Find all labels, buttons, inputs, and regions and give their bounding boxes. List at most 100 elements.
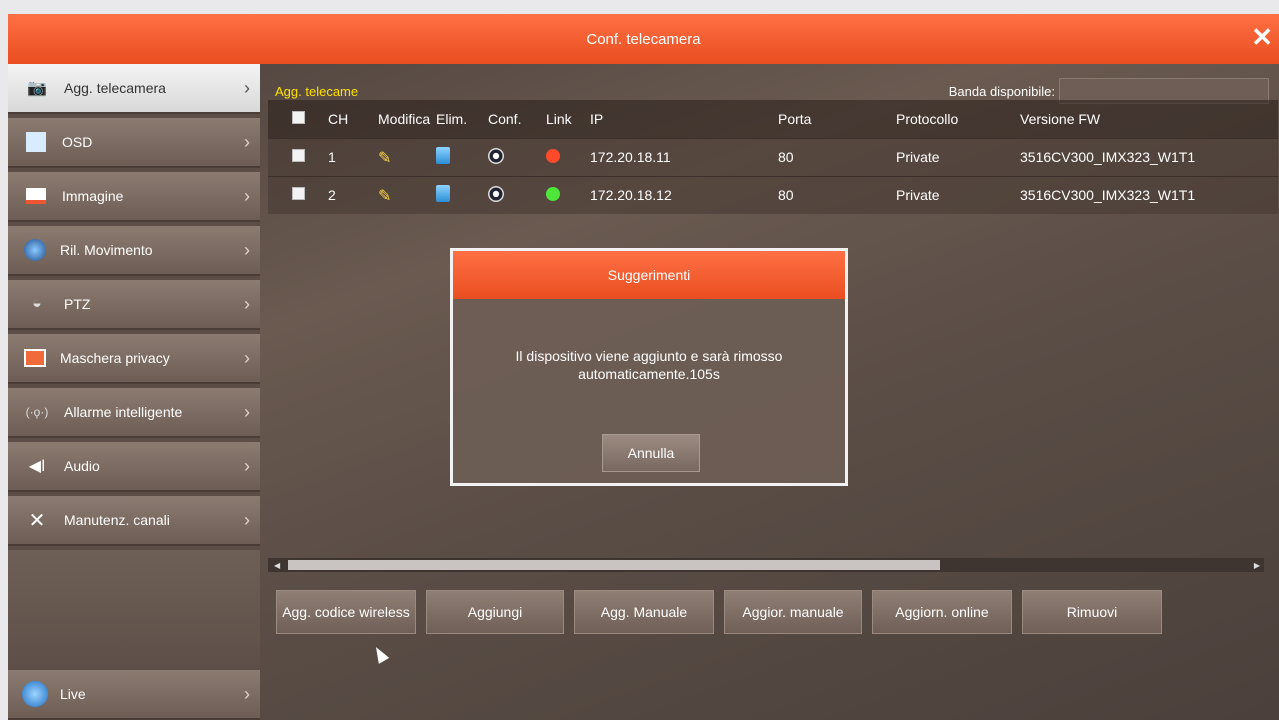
- delete-cell[interactable]: [436, 175, 488, 214]
- camera-table: CH Modifica Elim. Conf. Link IP Porta Pr…: [268, 100, 1278, 214]
- sidebar-item-allarme-intelligente[interactable]: (·ϙ·) Allarme intelligente ›: [8, 388, 260, 438]
- close-icon[interactable]: ✕: [1251, 22, 1273, 52]
- pencil-icon[interactable]: ✎: [378, 186, 394, 205]
- col-protocollo: Protocollo: [896, 100, 1020, 138]
- ptz-icon: ◒: [32, 295, 42, 312]
- sidebar: 📷 Agg. telecamera › OSD › Immagine › Ril…: [8, 64, 260, 720]
- config-cell[interactable]: [488, 175, 546, 214]
- sidebar-item-label: Immagine: [62, 188, 124, 204]
- chevron-right-icon: ›: [244, 455, 250, 476]
- camera-icon: 📷: [27, 80, 47, 97]
- link-status-icon: [546, 148, 560, 163]
- sidebar-item-ril-movimento[interactable]: Ril. Movimento ›: [8, 226, 260, 276]
- edit-cell[interactable]: ✎: [378, 137, 436, 176]
- trash-icon[interactable]: [436, 185, 450, 203]
- chevron-right-icon: ›: [244, 683, 250, 704]
- sidebar-item-label: Live: [60, 686, 86, 702]
- sidebar-empty-area: [8, 550, 260, 668]
- select-all-checkbox[interactable]: [292, 110, 305, 124]
- scroll-left-icon[interactable]: ◀: [274, 561, 280, 570]
- add-wireless-code-button[interactable]: Agg. codice wireless: [276, 590, 416, 634]
- col-modifica: Modifica: [378, 100, 436, 138]
- link-status-icon: [546, 186, 560, 201]
- config-icon[interactable]: [488, 185, 504, 202]
- sidebar-item-label: PTZ: [64, 296, 91, 312]
- sidebar-item-label: Agg. telecamera: [64, 80, 166, 96]
- chevron-right-icon: ›: [244, 131, 250, 152]
- row-checkbox[interactable]: [292, 149, 305, 162]
- sidebar-item-label: Audio: [64, 458, 100, 474]
- window-title: Conf. telecamera: [586, 30, 701, 48]
- chevron-right-icon: ›: [244, 401, 250, 422]
- sidebar-item-live[interactable]: Live ›: [8, 670, 260, 720]
- col-elim: Elim.: [436, 100, 488, 138]
- dialog-message: Il dispositivo viene aggiunto e sarà rim…: [453, 347, 845, 383]
- col-link: Link: [546, 100, 590, 138]
- manual-update-button[interactable]: Aggior. manuale: [724, 590, 862, 634]
- porta-cell: 80: [778, 137, 896, 176]
- sidebar-item-label: Allarme intelligente: [64, 404, 183, 420]
- fw-cell: 3516CV300_IMX323_W1T1: [1020, 175, 1278, 214]
- ch-cell: 1: [328, 137, 378, 176]
- row-checkbox[interactable]: [292, 187, 305, 201]
- ch-cell: 2: [328, 175, 378, 214]
- table-row[interactable]: 2 ✎ 172.20.18.12 80 Private 3516CV300_IM…: [268, 175, 1278, 214]
- scroll-right-icon[interactable]: ▶: [1254, 561, 1260, 570]
- add-button[interactable]: Aggiungi: [426, 590, 564, 634]
- osd-icon: [26, 132, 46, 152]
- remove-button[interactable]: Rimuovi: [1022, 590, 1162, 634]
- sidebar-item-immagine[interactable]: Immagine ›: [8, 172, 260, 222]
- protocollo-cell: Private: [896, 137, 1020, 176]
- chevron-right-icon: ›: [244, 77, 250, 98]
- sidebar-item-ptz[interactable]: ◒ PTZ ›: [8, 280, 260, 330]
- protocollo-cell: Private: [896, 175, 1020, 214]
- row-select-cell[interactable]: [268, 175, 328, 214]
- table-header-row: CH Modifica Elim. Conf. Link IP Porta Pr…: [268, 100, 1278, 138]
- pencil-icon[interactable]: ✎: [378, 148, 394, 167]
- cancel-button[interactable]: Annulla: [602, 434, 700, 472]
- chevron-right-icon: ›: [244, 509, 250, 530]
- audio-icon: ◀ǀ: [28, 458, 46, 475]
- scrollbar-thumb[interactable]: [288, 560, 940, 570]
- sidebar-item-label: OSD: [62, 134, 93, 150]
- chevron-right-icon: ›: [244, 293, 250, 314]
- sidebar-item-label: Ril. Movimento: [60, 242, 153, 258]
- dialog-title: Suggerimenti: [453, 251, 845, 299]
- trash-icon[interactable]: [436, 147, 450, 164]
- bandwidth-label: Banda disponibile:: [948, 83, 1055, 99]
- sidebar-item-maschera-privacy[interactable]: Maschera privacy ›: [8, 334, 260, 384]
- col-porta: Porta: [778, 100, 896, 138]
- dialog-message-line1: Il dispositivo viene aggiunto e sarà rim…: [515, 348, 783, 364]
- link-cell: [546, 175, 590, 214]
- chevron-right-icon: ›: [244, 239, 250, 260]
- row-select-cell[interactable]: [268, 137, 328, 176]
- horizontal-scrollbar[interactable]: ◀ ▶: [268, 558, 1264, 572]
- edit-cell[interactable]: ✎: [378, 175, 436, 214]
- col-versione-fw: Versione FW: [1020, 100, 1278, 138]
- sidebar-item-manutenz-canali[interactable]: ✕ Manutenz. canali ›: [8, 496, 260, 546]
- config-icon[interactable]: [488, 147, 504, 164]
- chevron-right-icon: ›: [244, 185, 250, 206]
- table-row[interactable]: 1 ✎ 172.20.18.11 80 Private 3516CV300_IM…: [268, 137, 1278, 176]
- sidebar-item-agg-telecamera[interactable]: 📷 Agg. telecamera ›: [8, 64, 260, 114]
- sidebar-item-osd[interactable]: OSD ›: [8, 118, 260, 168]
- manual-add-button[interactable]: Agg. Manuale: [574, 590, 714, 634]
- motion-icon: [24, 239, 46, 261]
- config-cell[interactable]: [488, 137, 546, 176]
- porta-cell: 80: [778, 175, 896, 214]
- tools-icon: ✕: [28, 509, 46, 532]
- delete-cell[interactable]: [436, 137, 488, 176]
- smart-alarm-icon: (·ϙ·): [25, 405, 49, 419]
- sidebar-item-label: Maschera privacy: [60, 350, 170, 366]
- dialog-message-line2: automaticamente.105s: [578, 366, 720, 382]
- sidebar-item-audio[interactable]: ◀ǀ Audio ›: [8, 442, 260, 492]
- fw-cell: 3516CV300_IMX323_W1T1: [1020, 137, 1278, 176]
- col-ch: CH: [328, 100, 378, 138]
- online-update-button[interactable]: Aggiorn. online: [872, 590, 1012, 634]
- title-bar: Conf. telecamera ✕: [8, 14, 1279, 64]
- live-icon: [22, 681, 48, 707]
- suggestion-dialog: Suggerimenti Il dispositivo viene aggiun…: [450, 248, 848, 486]
- select-all-header[interactable]: [268, 100, 328, 138]
- privacy-mask-icon: [24, 349, 46, 367]
- image-icon: [26, 188, 46, 204]
